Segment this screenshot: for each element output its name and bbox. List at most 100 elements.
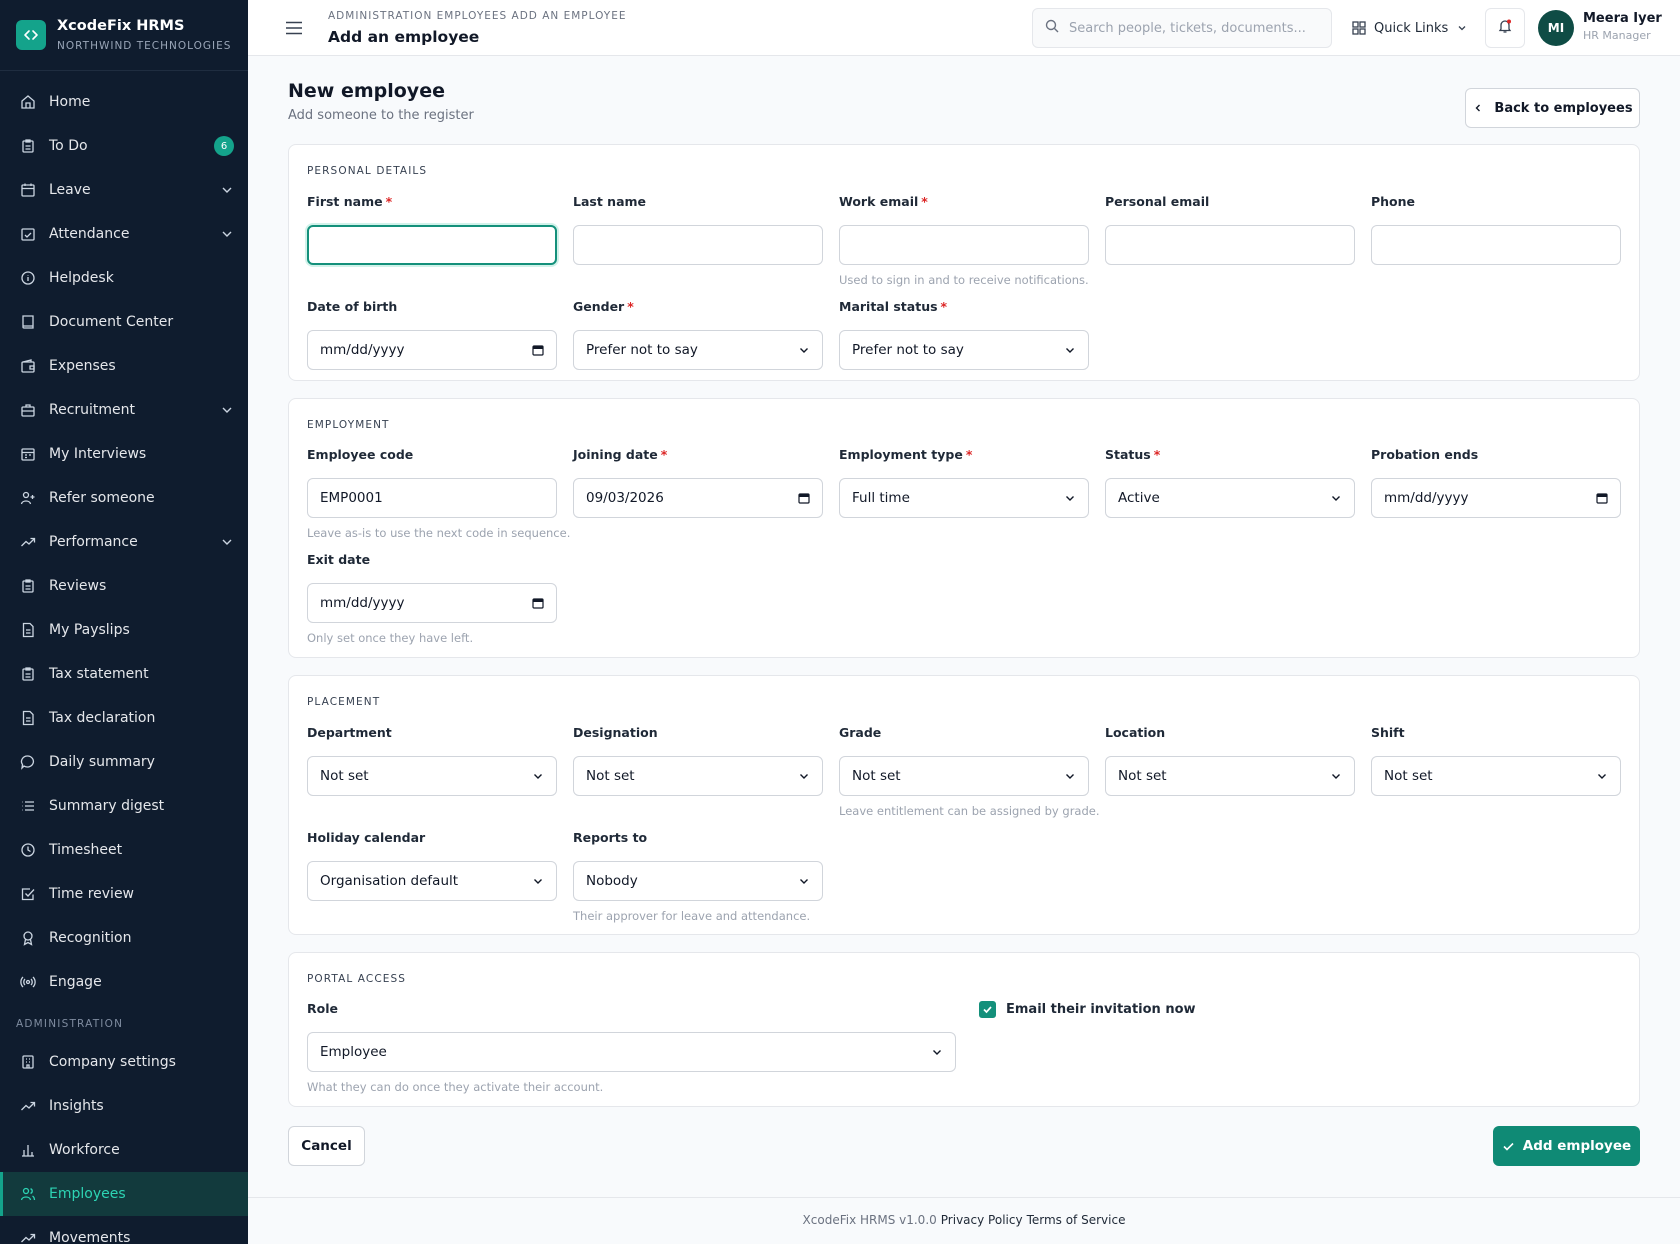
probation-ends-input[interactable]: mm/dd/yyyy (1371, 478, 1621, 518)
sidebar-item-workforce[interactable]: Workforce (0, 1128, 248, 1172)
calendar-picker-icon[interactable] (532, 344, 544, 356)
holiday-calendar-select[interactable]: Organisation default (307, 861, 557, 901)
sidebar-item-label: My Interviews (49, 446, 147, 462)
avatar[interactable]: MI (1538, 10, 1574, 46)
sidebar-item-time-review[interactable]: Time review (0, 872, 248, 916)
sidebar-item-label: Recruitment (49, 402, 136, 418)
chevron-down-icon (1330, 492, 1342, 504)
employee-code-input[interactable]: EMP0001 (307, 478, 557, 518)
work-email-input[interactable] (839, 225, 1089, 265)
grade-select[interactable]: Not set (839, 756, 1089, 796)
section-title: PERSONAL DETAILS (307, 165, 428, 177)
sidebar-item-leave[interactable]: Leave (0, 168, 248, 212)
sidebar-item-my-interviews[interactable]: My Interviews (0, 432, 248, 476)
notifications-button[interactable] (1485, 8, 1525, 48)
sidebar-item-performance[interactable]: Performance (0, 520, 248, 564)
reports-to-select[interactable]: Nobody (573, 861, 823, 901)
designation-select[interactable]: Not set (573, 756, 823, 796)
sidebar-item-refer-someone[interactable]: Refer someone (0, 476, 248, 520)
probation-ends-field: Probation ends mm/dd/yyyy (1371, 447, 1621, 518)
quick-links-button[interactable]: Quick Links (1352, 16, 1468, 40)
field-label: Designation (573, 725, 658, 740)
first-name-input[interactable] (307, 225, 557, 265)
sidebar-item-reviews[interactable]: Reviews (0, 564, 248, 608)
date-of-birth-input[interactable]: mm/dd/yyyy (307, 330, 557, 370)
sidebar-item-timesheet[interactable]: Timesheet (0, 828, 248, 872)
sidebar-item-document-center[interactable]: Document Center (0, 300, 248, 344)
user-name[interactable]: Meera Iyer (1583, 11, 1662, 27)
sidebar-item-to-do[interactable]: To Do 6 (0, 124, 248, 168)
joining-date-input[interactable]: 09/03/2026 (573, 478, 823, 518)
field-label: Employee code (307, 447, 414, 462)
exit-date-input[interactable]: mm/dd/yyyy (307, 583, 557, 623)
gender-select[interactable]: Prefer not to say (573, 330, 823, 370)
info-circle-icon (20, 270, 36, 286)
list-icon (20, 798, 36, 814)
sidebar-item-daily-summary[interactable]: Daily summary (0, 740, 248, 784)
email-invitation-checkbox[interactable] (979, 1001, 996, 1018)
sidebar-item-insights[interactable]: Insights (0, 1084, 248, 1128)
field-label: Marital status (839, 299, 938, 314)
role-select[interactable]: Employee (307, 1032, 956, 1072)
sidebar-item-tax-statement[interactable]: Tax statement (0, 652, 248, 696)
sidebar-item-label: Engage (49, 974, 102, 990)
calendar-picker-icon[interactable] (798, 492, 810, 504)
check-square-icon (20, 886, 36, 902)
sidebar-item-recognition[interactable]: Recognition (0, 916, 248, 960)
required-marker: * (921, 194, 928, 209)
last-name-field: Last name (573, 194, 823, 265)
calendar-picker-icon[interactable] (1596, 492, 1608, 504)
employee-code-field: Employee code EMP0001 Leave as-is to use… (307, 447, 570, 540)
add-employee-button[interactable]: Add employee (1493, 1126, 1640, 1166)
hamburger-menu-icon[interactable] (282, 16, 306, 40)
status-select[interactable]: Active (1105, 478, 1355, 518)
marital-status-field: Marital status * Prefer not to say (839, 299, 1089, 370)
brand[interactable]: XcodeFix HRMS NORTHWIND TECHNOLOGIES (0, 0, 248, 71)
employment-type-select[interactable]: Full time (839, 478, 1089, 518)
sidebar-item-label: Tax declaration (49, 710, 156, 726)
field-label: Shift (1371, 725, 1405, 740)
sidebar-item-home[interactable]: Home (0, 80, 248, 124)
department-field: Department Not set (307, 725, 557, 796)
page-title-block: New employee Add someone to the register (288, 78, 474, 123)
phone-input[interactable] (1371, 225, 1621, 265)
field-hint: What they can do once they activate thei… (307, 1080, 604, 1094)
sidebar-item-label: Helpdesk (49, 270, 114, 286)
cancel-button[interactable]: Cancel (288, 1126, 365, 1166)
personal-email-input[interactable] (1105, 225, 1355, 265)
last-name-input[interactable] (573, 225, 823, 265)
field-label: Last name (573, 194, 647, 209)
sidebar-item-summary-digest[interactable]: Summary digest (0, 784, 248, 828)
sidebar-item-tax-declaration[interactable]: Tax declaration (0, 696, 248, 740)
employment-card: EMPLOYMENT Employee code EMP0001 Leave a… (288, 398, 1640, 658)
field-label: Phone (1371, 194, 1416, 209)
checkbox-label[interactable]: Email their invitation now (1006, 1002, 1196, 1017)
back-to-employees-button[interactable]: Back to employees (1465, 88, 1640, 128)
required-marker: * (385, 194, 393, 209)
sidebar-item-attendance[interactable]: Attendance (0, 212, 248, 256)
privacy-policy-link[interactable]: Privacy Policy (941, 1213, 1023, 1244)
sidebar-item-movements[interactable]: Movements (0, 1216, 248, 1244)
sidebar-item-engage[interactable]: Engage (0, 960, 248, 1004)
status-field: Status * Active (1105, 447, 1355, 518)
sidebar-item-my-payslips[interactable]: My Payslips (0, 608, 248, 652)
terms-of-service-link[interactable]: Terms of Service (1027, 1213, 1126, 1244)
location-select[interactable]: Not set (1105, 756, 1355, 796)
shift-select[interactable]: Not set (1371, 756, 1621, 796)
field-label: Role (307, 1001, 338, 1016)
calendar-picker-icon[interactable] (532, 597, 544, 609)
select-value: Not set (852, 768, 901, 784)
sidebar-item-expenses[interactable]: Expenses (0, 344, 248, 388)
chevron-down-icon (1456, 22, 1468, 34)
sidebar-item-label: Company settings (49, 1054, 176, 1070)
department-select[interactable]: Not set (307, 756, 557, 796)
sidebar-item-employees[interactable]: Employees (0, 1172, 248, 1216)
sidebar-item-company-settings[interactable]: Company settings (0, 1040, 248, 1084)
back-button-label: Back to employees (1494, 100, 1633, 116)
marital-status-select[interactable]: Prefer not to say (839, 330, 1089, 370)
shift-field: Shift Not set (1371, 725, 1621, 796)
sidebar-item-recruitment[interactable]: Recruitment (0, 388, 248, 432)
chevron-left-icon (1472, 102, 1484, 114)
sidebar-item-helpdesk[interactable]: Helpdesk (0, 256, 248, 300)
search-input[interactable] (1069, 20, 1309, 36)
